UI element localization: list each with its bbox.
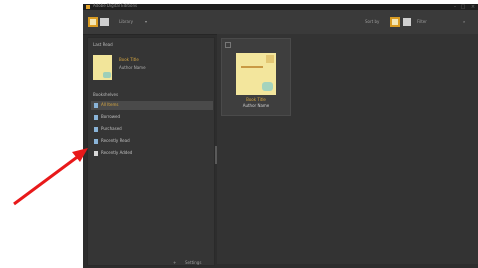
arrow-shaft [13, 153, 81, 206]
annotation-arrow [13, 148, 88, 206]
